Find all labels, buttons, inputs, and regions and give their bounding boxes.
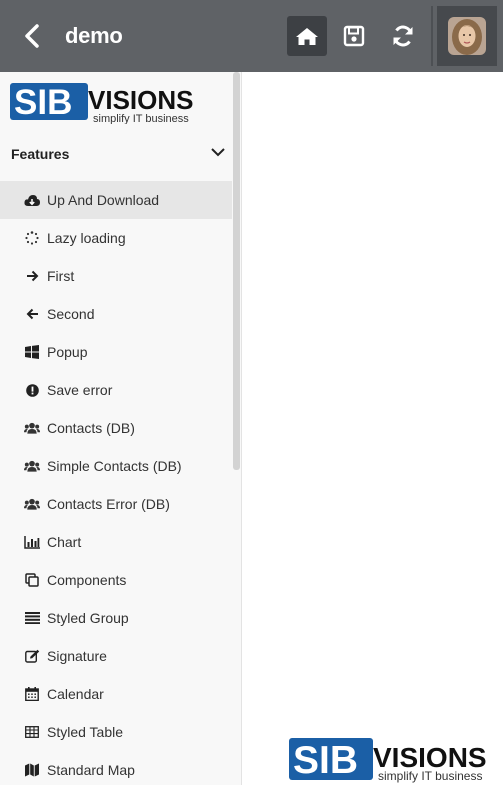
menu-item-label: Contacts (DB) [47,420,135,436]
menu-item-styled-table[interactable]: Styled Table [0,713,232,751]
users-icon [24,497,40,511]
menu-item-contacts-db[interactable]: Contacts (DB) [0,409,232,447]
avatar [448,17,486,55]
content-area [242,72,503,785]
menu-item-styled-group[interactable]: Styled Group [0,599,232,637]
features-menu: Up And Download Lazy loading First Secon… [0,181,232,785]
menu-item-label: Signature [47,648,107,664]
menu-item-label: Simple Contacts (DB) [47,458,182,474]
menu-item-signature[interactable]: Signature [0,637,232,675]
svg-text:simplify IT business: simplify IT business [93,113,189,124]
home-icon [296,28,318,45]
menu-item-standard-map[interactable]: Standard Map [0,751,232,785]
bar-chart-icon [24,535,40,549]
menu-item-label: Styled Table [47,724,124,740]
home-button[interactable] [287,16,327,56]
exclamation-circle-icon [24,383,40,397]
floppy-disk-icon [343,25,365,47]
menu-item-label: Components [47,572,127,588]
menu-item-save-error[interactable]: Save error [0,371,232,409]
menu-item-contacts-error-db[interactable]: Contacts Error (DB) [0,485,232,523]
cloud-download-icon [24,193,40,207]
svg-text:simplify IT business: simplify IT business [378,769,482,783]
back-button[interactable] [17,22,47,50]
page-title: demo [65,23,123,48]
menu-item-label: Up And Download [47,192,160,208]
table-icon [24,725,40,739]
reload-button[interactable] [383,16,423,56]
sidebar: SIB VISIONS simplify IT business Feature… [0,72,242,785]
brand-logo: SIB VISIONS simplify IT business [10,82,205,129]
avatar-button[interactable] [437,6,497,66]
menu-item-label: Contacts Error (DB) [47,496,170,512]
svg-text:VISIONS: VISIONS [88,85,193,115]
map-icon [24,763,40,777]
arrow-left-icon [24,307,40,321]
menu-item-label: First [47,268,75,284]
calendar-icon [24,687,40,701]
menu-item-lazy-loading[interactable]: Lazy loading [0,219,232,257]
menu-item-first[interactable]: First [0,257,232,295]
menu-item-up-and-download[interactable]: Up And Download [0,181,232,219]
menu-item-label: Lazy loading [47,230,126,246]
menu-item-label: Save error [47,382,113,398]
menu-item-components[interactable]: Components [0,561,232,599]
svg-text:SIB: SIB [293,739,358,782]
menu-item-calendar[interactable]: Calendar [0,675,232,713]
brand-logo-footer: SIB VISIONS simplify IT business [289,737,498,788]
save-button[interactable] [334,16,374,56]
menu-item-label: Standard Map [47,762,135,778]
clone-icon [24,573,40,587]
user-avatar-icon [448,17,486,55]
windows-icon [24,345,40,359]
arrow-right-icon [24,269,40,283]
menu-item-label: Second [47,306,95,322]
features-group-title[interactable]: Features [11,146,69,162]
menu-item-popup[interactable]: Popup [0,333,232,371]
menu-item-label: Popup [47,344,88,360]
list-icon [24,611,40,625]
toolbar-separator [431,6,433,66]
refresh-icon [393,25,413,47]
chevron-left-icon [25,24,39,48]
menu-item-label: Chart [47,534,82,550]
edit-icon [24,649,40,663]
top-bar: demo [0,0,503,72]
menu-item-chart[interactable]: Chart [0,523,232,561]
sidebar-scrollbar[interactable] [233,72,240,470]
users-icon [24,459,40,473]
chevron-down-icon[interactable] [210,145,226,163]
menu-item-label: Calendar [47,686,104,702]
svg-text:SIB: SIB [14,83,72,122]
spinner-icon [24,231,40,245]
menu-item-label: Styled Group [47,610,129,626]
menu-item-second[interactable]: Second [0,295,232,333]
menu-item-simple-contacts-db[interactable]: Simple Contacts (DB) [0,447,232,485]
users-icon [24,421,40,435]
